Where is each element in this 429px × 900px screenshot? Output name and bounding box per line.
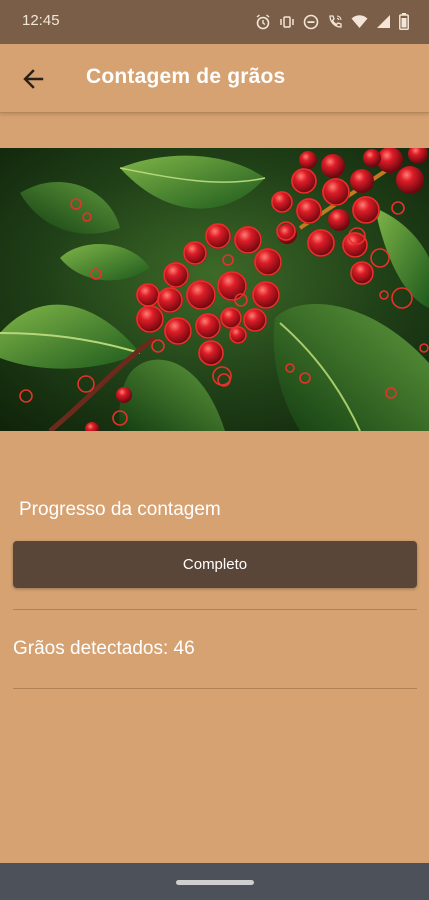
arrow-back-icon (23, 69, 44, 89)
photo-canvas (0, 148, 429, 431)
app-bar: Contagem de grãos (0, 44, 429, 113)
home-gesture-handle[interactable] (176, 880, 254, 885)
back-button[interactable] (18, 64, 48, 94)
page-title: Contagem de grãos (86, 65, 286, 88)
divider-top (13, 609, 417, 610)
vibrate-icon (280, 15, 294, 28)
status-bar: 12:45 (0, 0, 429, 44)
do-not-disturb-icon (303, 14, 319, 29)
progress-label: Progresso da contagem (19, 499, 221, 520)
grains-detected-label: Grãos detectados: 46 (13, 638, 195, 659)
signal-icon (377, 15, 390, 28)
navigation-bar (0, 863, 429, 900)
divider-bottom (13, 688, 417, 689)
complete-button[interactable]: Completo (13, 541, 417, 588)
wifi-call-icon (329, 14, 342, 28)
wifi-icon (351, 15, 368, 28)
alarm-icon (256, 13, 270, 29)
coffee-cherries-photo (0, 148, 429, 431)
status-time: 12:45 (22, 12, 60, 29)
battery-icon (399, 13, 409, 30)
status-icons (255, 13, 409, 30)
